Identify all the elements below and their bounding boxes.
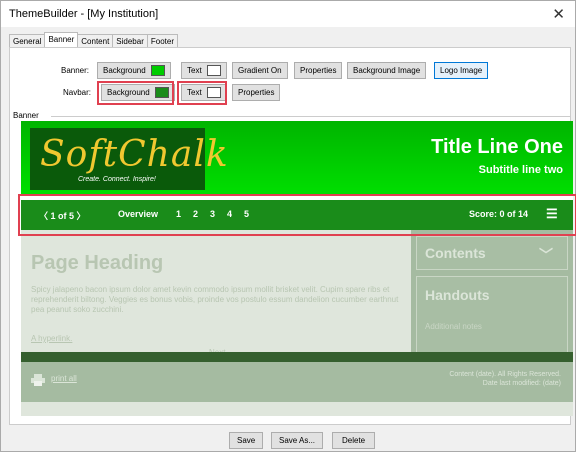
handouts-box: Handouts Additional notes xyxy=(416,276,568,354)
theme-preview: SoftChalk Create. Connect. Inspire! Titl… xyxy=(21,121,573,416)
tab-footer[interactable]: Footer xyxy=(146,34,178,48)
logo-image: SoftChalk Create. Connect. Inspire! xyxy=(30,128,228,190)
preview-content: Page Heading Spicy jalapeno bacon ipsum … xyxy=(21,230,573,416)
logo-tagline: Create. Connect. Inspire! xyxy=(78,176,156,183)
banner-background-swatch xyxy=(150,65,165,76)
handouts-label: Handouts xyxy=(425,287,490,303)
banner-title: Title Line One xyxy=(431,136,563,158)
copyright-line-2: Date last modified: (date) xyxy=(482,380,561,387)
background-image-button[interactable]: Background Image xyxy=(347,62,427,79)
save-button[interactable]: Save xyxy=(229,432,264,449)
close-icon[interactable]: ✕ xyxy=(552,5,565,23)
group-divider xyxy=(51,116,571,117)
footer-divider-bar xyxy=(21,352,573,362)
banner-subtitle: Subtitle line two xyxy=(478,164,563,176)
banner-properties-button[interactable]: Properties xyxy=(294,62,343,79)
gradient-on-button[interactable]: Gradient On xyxy=(232,62,288,79)
group-label-banner: Banner xyxy=(13,111,43,120)
title-bar: ThemeBuilder - [My Institution] ✕ xyxy=(1,1,575,27)
highlight-navbar-background xyxy=(97,81,174,105)
banner-row-label: Banner: xyxy=(61,66,90,75)
highlight-navbar-preview xyxy=(18,194,576,236)
banner-text-button[interactable]: Text xyxy=(181,62,227,79)
logo-text: SoftChalk xyxy=(40,134,229,175)
contents-label: Contents xyxy=(425,245,486,261)
banner-background-button[interactable]: Background xyxy=(97,62,171,79)
printer-icon[interactable] xyxy=(31,374,45,386)
banner-text-swatch xyxy=(206,65,221,76)
navbar-properties-button[interactable]: Properties xyxy=(232,84,281,101)
sidebar-panel: Contents ﹀ Handouts Additional notes xyxy=(411,230,573,358)
body-text: Spicy jalapeno bacon ipsum dolor amet ke… xyxy=(31,285,399,314)
logo-image-button[interactable]: Logo Image xyxy=(434,62,489,79)
chevron-down-icon: ﹀ xyxy=(539,247,553,263)
copyright-line-1: Content (date). All Rights Reserved. xyxy=(449,371,561,378)
window-title: ThemeBuilder - [My Institution] xyxy=(9,8,159,20)
banner-text-label: Text xyxy=(187,66,202,75)
highlight-navbar-text xyxy=(177,81,227,105)
page-heading: Page Heading xyxy=(31,252,164,274)
contents-box[interactable]: Contents ﹀ xyxy=(416,236,568,270)
delete-button[interactable]: Delete xyxy=(332,432,376,449)
themebuilder-window: ThemeBuilder - [My Institution] ✕ Genera… xyxy=(0,0,576,452)
tab-strip: General Banner Content Sidebar Footer xyxy=(9,32,178,48)
tab-general[interactable]: General xyxy=(9,34,46,48)
preview-banner: SoftChalk Create. Connect. Inspire! Titl… xyxy=(21,121,573,196)
hyperlink[interactable]: A hyperlink. xyxy=(31,334,72,343)
tab-banner[interactable]: Banner xyxy=(44,32,79,48)
additional-notes: Additional notes xyxy=(425,322,482,331)
tab-sidebar[interactable]: Sidebar xyxy=(112,34,148,48)
preview-footer: print all Content (date). All Rights Res… xyxy=(21,362,573,402)
save-as-button[interactable]: Save As... xyxy=(271,432,324,449)
print-all-link[interactable]: print all xyxy=(51,374,77,383)
banner-background-label: Background xyxy=(103,66,146,75)
navbar-row-label: Navbar: xyxy=(63,88,92,97)
copyright-text: Content (date). All Rights Reserved. Dat… xyxy=(449,370,561,388)
tab-content[interactable]: Content xyxy=(77,34,114,48)
